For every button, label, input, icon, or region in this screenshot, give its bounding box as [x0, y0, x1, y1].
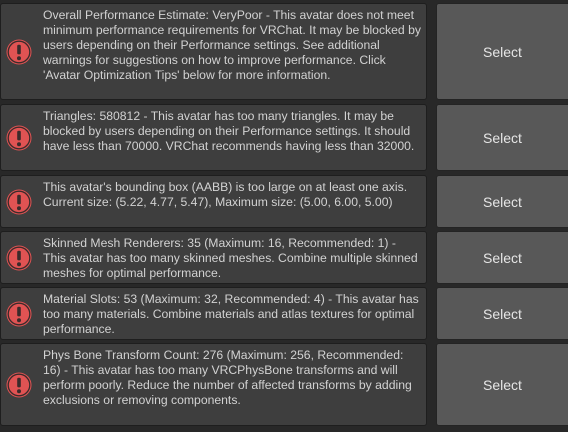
message-box: Triangles: 580812 - This avatar has too … — [0, 104, 427, 171]
error-icon — [6, 125, 32, 151]
message-box: Phys Bone Transform Count: 276 (Maximum:… — [0, 343, 427, 426]
message-box: This avatar's bounding box (AABB) is too… — [0, 175, 427, 228]
validation-panel: Overall Performance Estimate: VeryPoor -… — [0, 0, 568, 432]
select-button[interactable]: Select — [436, 231, 568, 284]
message-text: Skinned Mesh Renderers: 35 (Maximum: 16,… — [43, 236, 418, 280]
message-text: Triangles: 580812 - This avatar has too … — [43, 109, 415, 153]
error-icon — [6, 301, 32, 327]
select-button[interactable]: Select — [436, 343, 568, 426]
message-text: This avatar's bounding box (AABB) is too… — [43, 180, 408, 209]
select-button[interactable]: Select — [436, 175, 568, 228]
validation-row-physbones: Phys Bone Transform Count: 276 (Maximum:… — [0, 343, 568, 426]
error-icon — [6, 245, 32, 271]
message-text: Overall Performance Estimate: VeryPoor -… — [43, 8, 421, 82]
select-button[interactable]: Select — [436, 287, 568, 340]
message-box: Skinned Mesh Renderers: 35 (Maximum: 16,… — [0, 231, 427, 284]
select-button[interactable]: Select — [436, 104, 568, 171]
message-box: Overall Performance Estimate: VeryPoor -… — [0, 3, 427, 100]
validation-row-triangles: Triangles: 580812 - This avatar has too … — [0, 104, 568, 171]
validation-row-bounds: This avatar's bounding box (AABB) is too… — [0, 175, 568, 228]
error-icon — [6, 189, 32, 215]
error-icon — [6, 39, 32, 65]
message-box: Material Slots: 53 (Maximum: 32, Recomme… — [0, 287, 427, 340]
validation-row-performance: Overall Performance Estimate: VeryPoor -… — [0, 3, 568, 100]
validation-row-skinned-meshes: Skinned Mesh Renderers: 35 (Maximum: 16,… — [0, 231, 568, 284]
message-text: Phys Bone Transform Count: 276 (Maximum:… — [43, 348, 412, 407]
message-text: Material Slots: 53 (Maximum: 32, Recomme… — [43, 292, 419, 336]
select-button[interactable]: Select — [436, 3, 568, 100]
validation-row-materials: Material Slots: 53 (Maximum: 32, Recomme… — [0, 287, 568, 340]
error-icon — [6, 372, 32, 398]
